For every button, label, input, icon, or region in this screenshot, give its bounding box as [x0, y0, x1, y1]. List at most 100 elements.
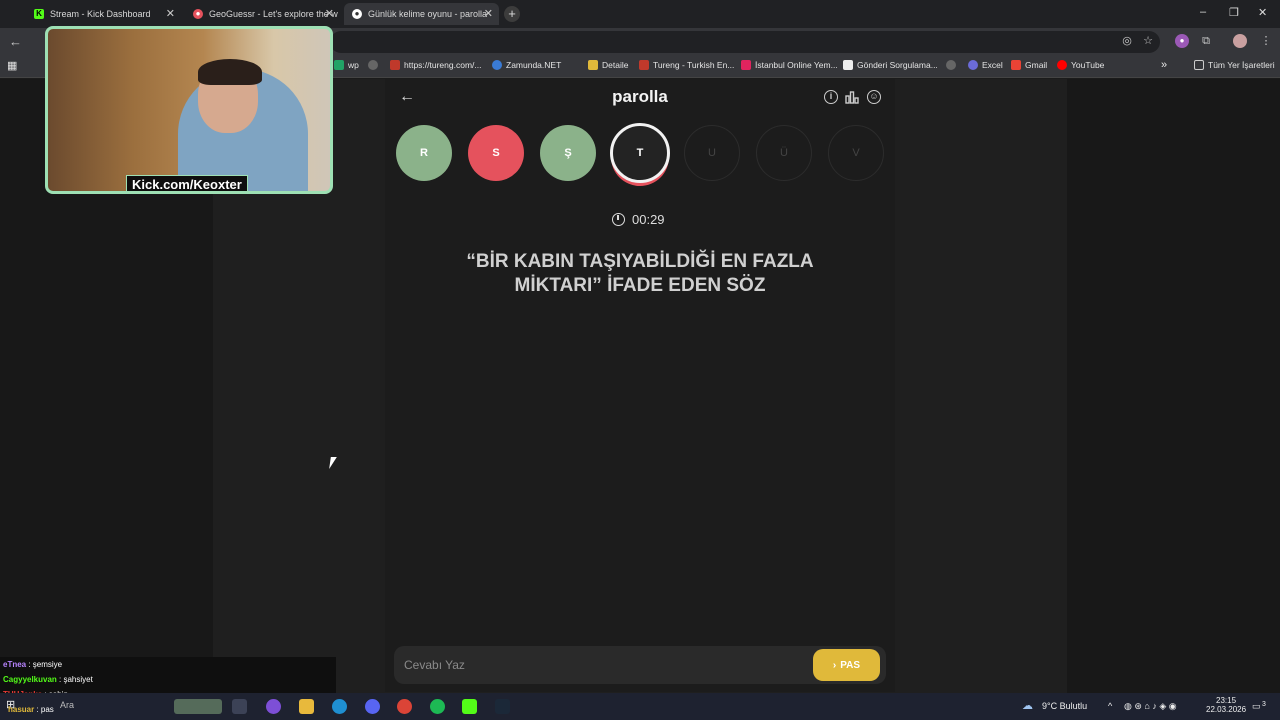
pass-label: PAS: [840, 659, 861, 671]
letter-circle-r: R: [396, 125, 452, 181]
bookmark-item[interactable]: [946, 60, 960, 70]
close-tab-icon[interactable]: ✕: [325, 7, 334, 20]
kick-icon: K: [34, 9, 44, 19]
back-icon[interactable]: ←: [9, 34, 22, 49]
gmail-icon: [1011, 60, 1021, 70]
notification-count: 3: [1262, 701, 1266, 708]
bookmarks-overflow-icon[interactable]: »: [1161, 59, 1167, 71]
windows-taskbar: ⊞ hasuar : pas Ara ☁ 9°C Bulutlu ^ ◍ ⊛ ⌂…: [0, 693, 1280, 720]
cargo-icon: [843, 60, 853, 70]
letter-circle-uu: Ü: [756, 125, 812, 181]
bookmark-item[interactable]: Detaile: [588, 60, 628, 70]
streamer-hair: [198, 59, 262, 85]
minimize-icon[interactable]: –: [1200, 6, 1206, 18]
zamunda-icon: [492, 60, 502, 70]
clock-date: 22.03.2026: [1206, 705, 1247, 714]
notification-icon[interactable]: ▭: [1252, 701, 1261, 712]
task-view-icon[interactable]: [232, 699, 247, 714]
chrome-icon[interactable]: [397, 699, 412, 714]
webcam-overlay: Kick.com/Keoxter: [45, 26, 333, 194]
clock[interactable]: 23:15 22.03.2026: [1206, 696, 1246, 714]
detaile-icon: [588, 60, 598, 70]
tab-title: Günlük kelime oyunu - parolla: [368, 9, 488, 19]
letter-circle-t: T: [610, 123, 670, 183]
screen: K Stream - Kick Dashboard ✕ ● GeoGuessr …: [0, 0, 1280, 720]
eye-slash-icon[interactable]: ◎: [1120, 34, 1134, 48]
stats-icon[interactable]: [845, 90, 859, 104]
weather-text[interactable]: 9°C Bulutlu: [1042, 701, 1087, 711]
yemeksepeti-icon: [741, 60, 751, 70]
browser-tab-strip: K Stream - Kick Dashboard ✕ ● GeoGuessr …: [0, 0, 1280, 28]
bookmark-item[interactable]: https://tureng.com/...: [390, 60, 481, 70]
youtube-icon: [1057, 60, 1067, 70]
file-explorer-icon[interactable]: [299, 699, 314, 714]
right-pane: [1067, 79, 1280, 720]
menu-icon[interactable]: ⋮: [1259, 34, 1273, 48]
star-icon[interactable]: ☆: [1141, 34, 1155, 48]
pass-button[interactable]: › PAS: [813, 649, 880, 681]
parolla-icon: ●: [352, 9, 362, 19]
letter-circle-s: S: [468, 125, 524, 181]
edge-icon[interactable]: [332, 699, 347, 714]
chat-message: eTnea : şemsiye: [3, 660, 63, 669]
globe-icon: [946, 60, 956, 70]
globe-icon: [368, 60, 378, 70]
answer-input[interactable]: [404, 654, 784, 676]
back-arrow-icon[interactable]: ←: [399, 88, 415, 106]
page-title: parolla: [612, 87, 668, 106]
close-tab-icon[interactable]: ✕: [166, 7, 175, 20]
timer: 00:29: [612, 212, 665, 227]
close-tab-icon[interactable]: ✕: [484, 7, 493, 20]
all-bookmarks[interactable]: Tüm Yer İşaretleri: [1194, 60, 1275, 70]
letter-circle-v: V: [828, 125, 884, 181]
bookmark-item[interactable]: YouTube: [1057, 60, 1104, 70]
bookmark-item[interactable]: [368, 60, 382, 70]
timer-value: 00:29: [632, 212, 665, 227]
tab-title: GeoGuessr - Let's explore the w: [209, 9, 338, 19]
tab-kick-dashboard[interactable]: K Stream - Kick Dashboard ✕: [26, 3, 181, 25]
bookmark-item[interactable]: Tureng - Turkish En...: [639, 60, 734, 70]
puzzle-icon[interactable]: ⧉: [1199, 34, 1213, 48]
chevron-right-icon: ›: [832, 659, 837, 671]
tureng-icon: [639, 60, 649, 70]
geoguessr-icon: ●: [193, 9, 203, 19]
copilot-icon[interactable]: [266, 699, 281, 714]
folder-icon: [1194, 60, 1204, 70]
chat-message: hasuar : pas: [8, 705, 54, 714]
bookmark-item[interactable]: İstanbul Online Yem...: [741, 60, 838, 70]
spotify-icon[interactable]: [430, 699, 445, 714]
discord-icon[interactable]: [365, 699, 380, 714]
question-text: “BİR KABIN TAŞIYABİLDİĞİ EN FAZLA MİKTAR…: [466, 251, 814, 296]
search-box[interactable]: Ara: [60, 700, 74, 710]
extension-icon[interactable]: ●: [1175, 34, 1189, 48]
clock-icon: [612, 213, 625, 226]
tab-parolla[interactable]: ● Günlük kelime oyunu - parolla ✕: [344, 3, 499, 25]
tab-geoguessr[interactable]: ● GeoGuessr - Let's explore the w ✕: [185, 3, 340, 25]
bookmark-item[interactable]: wp: [334, 60, 359, 70]
info-icon[interactable]: i: [824, 90, 838, 104]
new-tab-button[interactable]: +: [504, 6, 520, 22]
bookmark-item[interactable]: Excel: [968, 60, 1003, 70]
webcam-label: Kick.com/Keoxter: [126, 175, 248, 191]
bookmark-item[interactable]: Zamunda.NET: [492, 60, 561, 70]
chat-message: Cagyyelkuvan : şahsiyet: [3, 675, 93, 684]
kick-app-icon[interactable]: [462, 699, 477, 714]
bookmark-item[interactable]: Gmail: [1011, 60, 1047, 70]
maximize-icon[interactable]: ❐: [1229, 6, 1239, 19]
cloud-icon: ☁: [1022, 700, 1033, 712]
widgets-icon[interactable]: [174, 699, 222, 714]
address-bar[interactable]: [330, 31, 1160, 53]
tureng-icon: [390, 60, 400, 70]
tray-icons[interactable]: ◍ ⊛ ⌂ ♪ ◈ ◉: [1124, 701, 1177, 712]
apps-icon[interactable]: ▦: [7, 59, 17, 72]
avatar[interactable]: [1233, 34, 1247, 48]
tray-chevron-icon[interactable]: ^: [1108, 701, 1112, 711]
profile-icon[interactable]: ☺: [867, 90, 881, 104]
bookmark-item[interactable]: Gönderi Sorgulama...: [843, 60, 938, 70]
steam-icon[interactable]: [495, 699, 510, 714]
excel-icon: [968, 60, 978, 70]
wp-icon: [334, 60, 344, 70]
clock-time: 23:15: [1216, 696, 1237, 705]
tab-title: Stream - Kick Dashboard: [50, 9, 151, 19]
close-window-icon[interactable]: ✕: [1258, 6, 1267, 19]
